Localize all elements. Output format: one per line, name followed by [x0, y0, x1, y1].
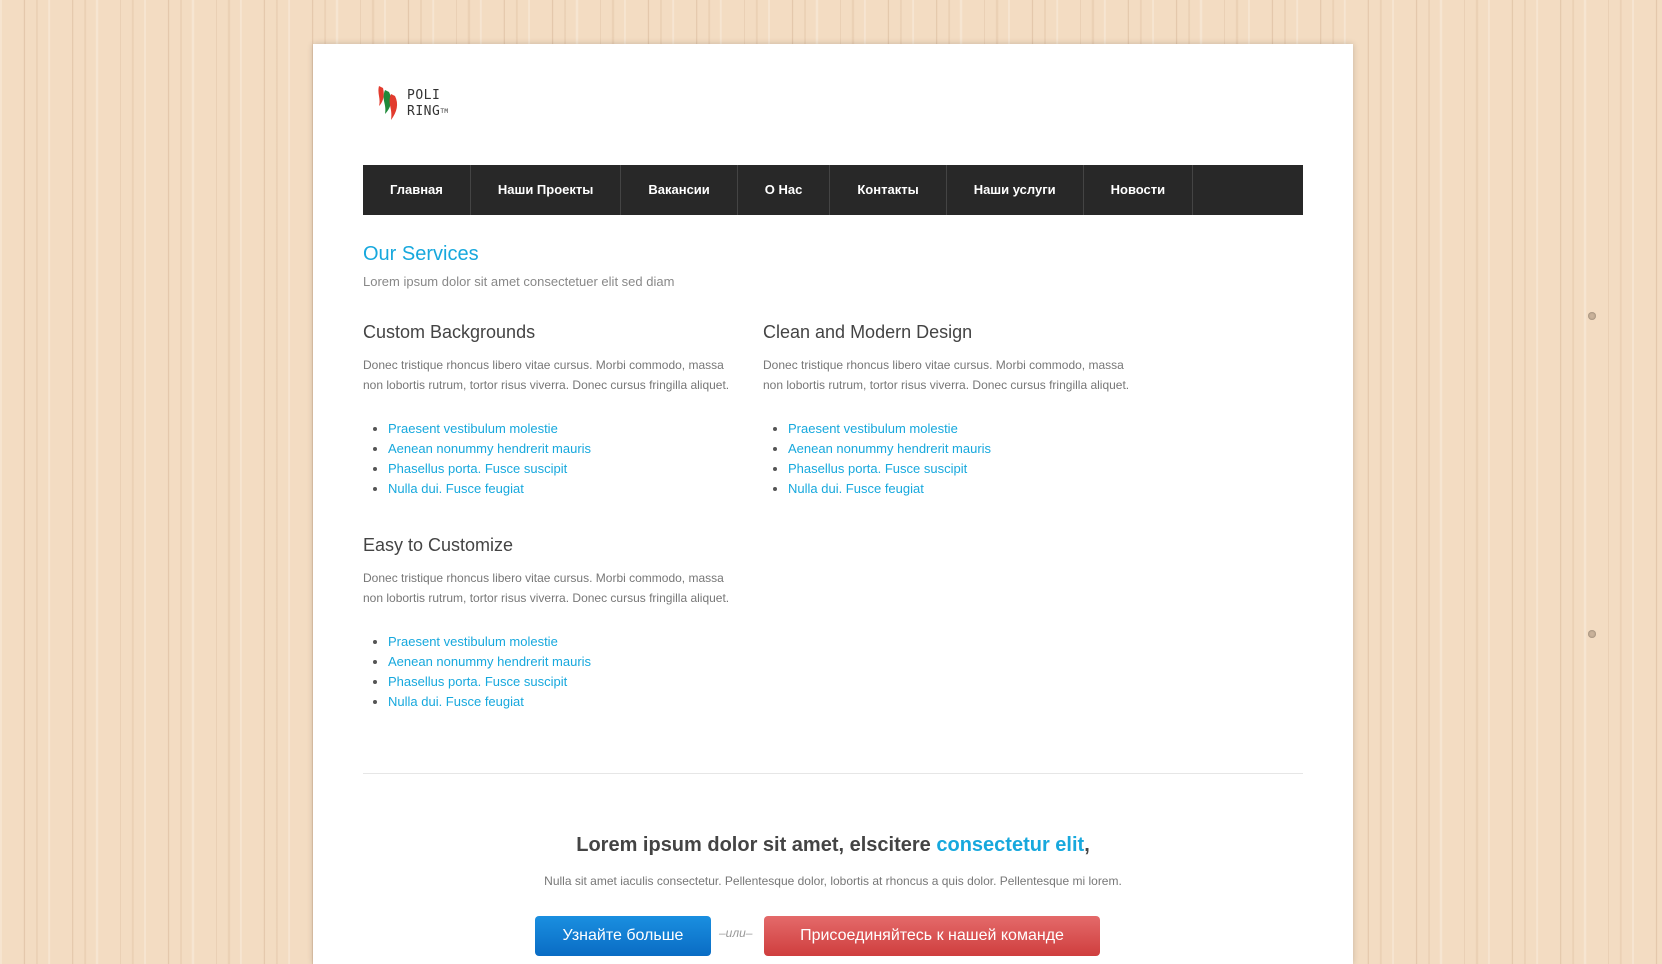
join-team-button[interactable]: Присоединяйтесь к нашей команде [764, 916, 1100, 956]
service-text: Donec tristique rhoncus libero vitae cur… [363, 358, 730, 392]
service-link[interactable]: Praesent vestibulum molestie [388, 421, 558, 436]
service-heading: Easy to Customize [363, 535, 514, 555]
main-nav: Главная Наши Проекты Вакансии О Нас Конт… [363, 165, 1303, 215]
service-link[interactable]: Nulla dui. Fusce feugiat [788, 481, 924, 496]
wood-nail [1588, 630, 1596, 638]
logo-line-2: RING [407, 104, 441, 119]
logo-text: POLI RINGTM [407, 88, 449, 120]
list-item: Phasellus porta. Fusce suscipit [388, 459, 733, 479]
list-item: Aenean nonummy hendrerit mauris [388, 439, 733, 459]
list-item: Nulla dui. Fusce feugiat [388, 692, 733, 712]
service-link[interactable]: Nulla dui. Fusce feugiat [388, 694, 524, 709]
service-text: Donec tristique rhoncus libero vitae cur… [363, 571, 730, 605]
list-item: Aenean nonummy hendrerit mauris [388, 652, 733, 672]
wood-nail [1588, 312, 1596, 320]
service-text: Donec tristique rhoncus libero vitae cur… [763, 358, 1130, 392]
list-item: Praesent vestibulum molestie [388, 632, 733, 652]
service-link[interactable]: Aenean nonummy hendrerit mauris [788, 441, 991, 456]
cta-title-main: Lorem ipsum dolor sit amet, elscitere [576, 834, 931, 856]
cta-text: Nulla sit amet iaculis consectetur. Pell… [544, 874, 1122, 888]
nav-item-home[interactable]: Главная [363, 165, 471, 215]
list-item: Phasellus porta. Fusce suscipit [788, 459, 1133, 479]
service-link[interactable]: Phasellus porta. Fusce suscipit [788, 461, 967, 476]
cta-title: Lorem ipsum dolor sit amet, elscitere co… [313, 834, 1353, 857]
logo-line-1: POLI [407, 88, 441, 103]
nav-item-about[interactable]: О Нас [738, 165, 831, 215]
nav-item-news[interactable]: Новости [1084, 165, 1194, 215]
service-link-list: Praesent vestibulum molestie Aenean nonu… [363, 419, 733, 499]
service-block: Custom Backgrounds Donec tristique rhonc… [363, 322, 733, 499]
list-item: Nulla dui. Fusce feugiat [788, 479, 1133, 499]
list-item: Praesent vestibulum molestie [788, 419, 1133, 439]
nav-item-vacancies[interactable]: Вакансии [621, 165, 738, 215]
logo-flame-icon [378, 86, 398, 120]
service-link[interactable]: Phasellus porta. Fusce suscipit [388, 461, 567, 476]
service-link[interactable]: Praesent vestibulum molestie [788, 421, 958, 436]
list-item: Aenean nonummy hendrerit mauris [788, 439, 1133, 459]
section-title: Our Services [363, 243, 479, 265]
nav-item-services[interactable]: Наши услуги [947, 165, 1084, 215]
service-link[interactable]: Aenean nonummy hendrerit mauris [388, 654, 591, 669]
service-heading: Custom Backgrounds [363, 322, 536, 342]
service-link[interactable]: Aenean nonummy hendrerit mauris [388, 441, 591, 456]
service-link[interactable]: Praesent vestibulum molestie [388, 634, 558, 649]
logo[interactable]: POLI RINGTM [375, 84, 455, 128]
service-block: Easy to Customize Donec tristique rhoncu… [363, 535, 733, 712]
nav-item-contacts[interactable]: Контакты [830, 165, 947, 215]
service-link[interactable]: Phasellus porta. Fusce suscipit [388, 674, 567, 689]
nav-item-projects[interactable]: Наши Проекты [471, 165, 622, 215]
list-item: Phasellus porta. Fusce suscipit [388, 672, 733, 692]
service-link-list: Praesent vestibulum molestie Aenean nonu… [363, 632, 733, 712]
list-item: Nulla dui. Fusce feugiat [388, 479, 733, 499]
list-item: Praesent vestibulum molestie [388, 419, 733, 439]
section-divider [363, 773, 1303, 774]
or-separator: –или– [719, 926, 753, 940]
service-link-list: Praesent vestibulum molestie Aenean nonu… [763, 419, 1133, 499]
logo-tm: TM [440, 108, 449, 115]
learn-more-button[interactable]: Узнайте больше [535, 916, 711, 956]
service-block: Clean and Modern Design Donec tristique … [763, 322, 1133, 499]
section-subtitle: Lorem ipsum dolor sit amet consectetuer … [363, 274, 675, 289]
cta-title-accent: consectetur elit [936, 834, 1085, 856]
content-panel: POLI RINGTM Главная Наши Проекты Ваканси… [313, 44, 1353, 964]
service-link[interactable]: Nulla dui. Fusce feugiat [388, 481, 524, 496]
service-heading: Clean and Modern Design [763, 322, 973, 342]
cta-title-end: , [1084, 834, 1090, 856]
